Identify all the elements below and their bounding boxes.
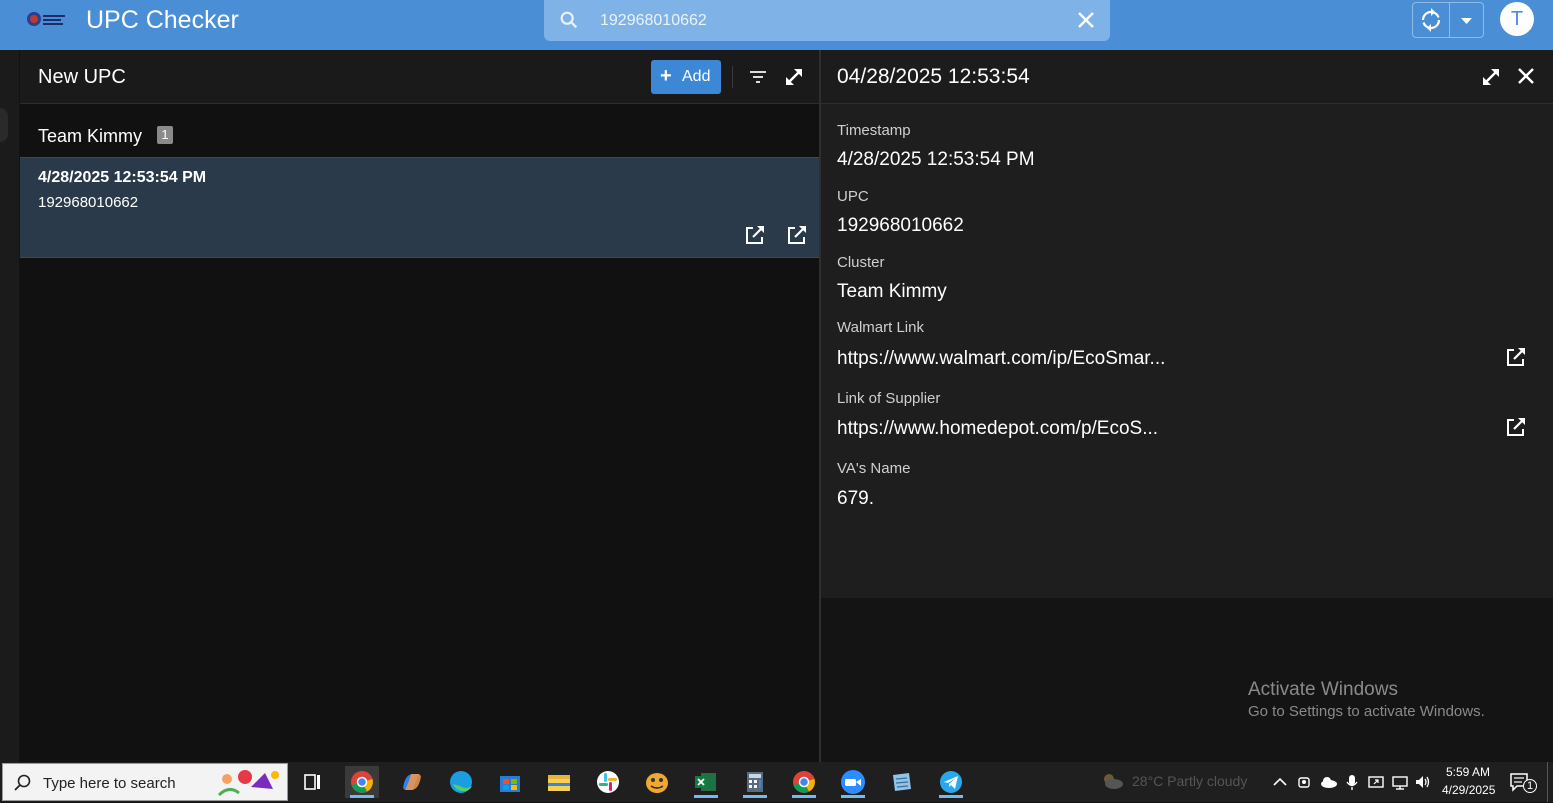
- field-label-va-name: VA's Name: [837, 460, 911, 477]
- open-supplier-link-icon[interactable]: [786, 224, 808, 246]
- taskbar-telegram-button[interactable]: [934, 766, 968, 798]
- avatar[interactable]: T: [1500, 2, 1534, 36]
- app-title: UPC Checker: [86, 6, 239, 34]
- group-label: Team Kimmy: [38, 126, 143, 146]
- notifications-button[interactable]: 1: [1508, 770, 1537, 794]
- taskbar-search-placeholder: Type here to search: [43, 775, 176, 792]
- app-bar: UPC Checker T: [0, 0, 1553, 50]
- list-item-upc: 192968010662: [38, 194, 139, 211]
- game-icon[interactable]: [640, 766, 674, 798]
- list-item[interactable]: 4/28/2025 12:53:54 PM 192968010662: [20, 157, 819, 258]
- taskbar-chrome-button[interactable]: [345, 766, 379, 798]
- search-icon: [14, 774, 31, 791]
- group-count-badge: 1: [157, 126, 173, 144]
- slack-icon[interactable]: [591, 766, 625, 798]
- side-rail-toggle[interactable]: [0, 108, 8, 142]
- field-label-upc: UPC: [837, 188, 869, 205]
- taskbar-excel-button[interactable]: [689, 766, 723, 798]
- search-icon: [560, 11, 578, 29]
- activate-windows-title: Activate Windows: [1248, 679, 1398, 700]
- onedrive-icon[interactable]: [1319, 772, 1339, 792]
- sync-button-group: [1412, 2, 1484, 38]
- expand-icon[interactable]: [1479, 65, 1503, 89]
- active-indicator: [792, 795, 816, 798]
- taskbar-zoom-button[interactable]: [836, 766, 870, 798]
- expand-icon[interactable]: [782, 65, 806, 89]
- calculator-icon: [747, 772, 763, 792]
- field-value-walmart-link[interactable]: https://www.walmart.com/ip/EcoSmar...: [837, 348, 1165, 370]
- active-indicator: [694, 795, 718, 798]
- task-view-icon[interactable]: [296, 766, 330, 798]
- field-label-timestamp: Timestamp: [837, 122, 911, 139]
- search-bar: [544, 0, 1110, 41]
- search-highlight-icon: [217, 770, 279, 797]
- zoom-icon: [841, 770, 865, 794]
- field-label-cluster: Cluster: [837, 254, 885, 271]
- open-walmart-link-icon[interactable]: [1505, 346, 1527, 368]
- plus-icon: +: [660, 65, 672, 87]
- screen-share-icon[interactable]: [1366, 772, 1386, 792]
- detail-title: 04/28/2025 12:53:54: [837, 65, 1030, 88]
- clear-search-icon[interactable]: [1076, 10, 1096, 30]
- active-indicator: [743, 795, 767, 798]
- company-logo[interactable]: [26, 10, 68, 28]
- sync-dropdown-button[interactable]: [1450, 3, 1483, 37]
- active-indicator: [350, 795, 374, 798]
- detail-header: 04/28/2025 12:53:54: [821, 50, 1553, 104]
- add-button-label: Add: [682, 68, 711, 85]
- list-header: New UPC + Add: [20, 50, 819, 104]
- upc-list-panel: New UPC + Add Team Kimmy 1 4/28/2025 12:…: [20, 50, 819, 762]
- notepad-icon[interactable]: [885, 766, 919, 798]
- clock-time[interactable]: 5:59 AM: [1446, 765, 1490, 779]
- taskbar-search[interactable]: Type here to search: [2, 763, 288, 801]
- meet-now-icon[interactable]: [1295, 772, 1315, 792]
- list-title: New UPC: [38, 66, 126, 88]
- edge-icon[interactable]: [444, 766, 478, 798]
- telegram-icon: [940, 771, 962, 793]
- excel-icon: [695, 773, 716, 791]
- taskbar: Type here to search 28°C Partly cloudy 5…: [0, 762, 1553, 802]
- active-indicator: [841, 795, 865, 798]
- field-value-cluster: Team Kimmy: [837, 281, 947, 302]
- file-explorer-icon[interactable]: [542, 766, 576, 798]
- side-rail: [0, 50, 19, 762]
- taskbar-chrome-profile-button[interactable]: [787, 766, 821, 798]
- filter-icon[interactable]: [747, 66, 769, 88]
- weather-text[interactable]: 28°C Partly cloudy: [1132, 773, 1247, 789]
- field-value-timestamp: 4/28/2025 12:53:54 PM: [837, 149, 1035, 170]
- show-desktop-button[interactable]: [1547, 762, 1548, 802]
- add-button[interactable]: + Add: [651, 60, 721, 94]
- microphone-icon[interactable]: [1342, 772, 1362, 792]
- volume-icon[interactable]: [1413, 772, 1433, 792]
- list-item-timestamp: 4/28/2025 12:53:54 PM: [38, 169, 207, 186]
- detail-empty-area: [821, 598, 1553, 762]
- open-supplier-link-icon[interactable]: [1505, 416, 1527, 438]
- store-icon[interactable]: [493, 766, 527, 798]
- clock-date[interactable]: 4/29/2025: [1442, 783, 1495, 797]
- weather-icon[interactable]: [1100, 771, 1124, 791]
- field-value-va-name: 679.: [837, 488, 874, 509]
- copilot-icon[interactable]: [395, 766, 429, 798]
- field-label-supplier-link: Link of Supplier: [837, 390, 941, 407]
- detail-panel: 04/28/2025 12:53:54 Timestamp 4/28/2025 …: [821, 50, 1553, 598]
- taskbar-calculator-button[interactable]: [738, 766, 772, 798]
- field-value-upc: 192968010662: [837, 215, 964, 236]
- network-icon[interactable]: [1390, 772, 1410, 792]
- search-input[interactable]: [598, 8, 1062, 34]
- active-indicator: [939, 795, 963, 798]
- chrome-icon: [351, 771, 373, 793]
- chevron-up-icon[interactable]: [1270, 772, 1290, 792]
- sync-icon: [1421, 8, 1441, 32]
- notification-count: 1: [1523, 779, 1537, 793]
- open-walmart-link-icon[interactable]: [744, 224, 766, 246]
- sync-button[interactable]: [1413, 3, 1450, 37]
- toolbar-divider: [732, 66, 733, 88]
- close-icon[interactable]: [1515, 65, 1537, 87]
- chevron-down-icon: [1461, 18, 1472, 24]
- activate-windows-subtitle: Go to Settings to activate Windows.: [1248, 703, 1485, 720]
- field-value-supplier-link[interactable]: https://www.homedepot.com/p/EcoS...: [837, 418, 1158, 440]
- field-label-walmart-link: Walmart Link: [837, 319, 924, 336]
- chrome-profile-icon: [793, 771, 815, 793]
